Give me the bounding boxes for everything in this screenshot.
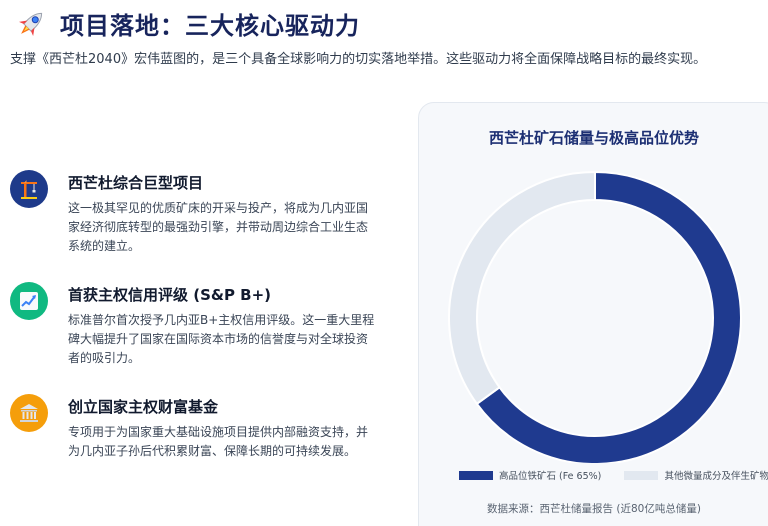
driver-item-title: 创立国家主权财富基金 [68,398,219,416]
donut-chart [448,170,742,463]
driver-item-simandou: 西芒杜综合巨型项目 这一极其罕见的优质矿床的开采与投产，将成为几内亚国家经济彻底… [10,170,378,256]
driver-item-desc: 专项用于为国家重大基础设施项目提供内部融资支持，并为几内亚子孙后代积累财富、保障… [68,425,369,458]
bank-icon [10,394,48,432]
page: 项目落地：三大核心驱动力 支撑《西芒杜2040》宏伟蓝图的，是三个具备全球影响力… [0,0,768,526]
driver-item-desc: 标准普尔首次授予几内亚B+主权信用评级。这一重大里程碑大幅提升了国家在国际资本市… [68,313,375,365]
page-title: 项目落地：三大核心驱动力 [60,12,360,40]
crane-icon [10,170,48,208]
driver-item-credit-rating: 首获主权信用评级 (S&P B+) 标准普尔首次授予几内亚B+主权信用评级。这一… [10,282,378,368]
driver-item-title: 首获主权信用评级 (S&P B+) [68,286,272,304]
chart-legend: 高品位铁矿石 (Fe 65%) 其他微量成分及伴生矿物 [459,468,768,482]
driver-item-desc: 这一极其罕见的优质矿床的开采与投产，将成为几内亚国家经济彻底转型的最强劲引擎，并… [68,201,369,253]
page-subtitle: 支撑《西芒杜2040》宏伟蓝图的，是三个具备全球影响力的切实落地举措。这些驱动力… [10,52,707,67]
header: 项目落地：三大核心驱动力 [14,6,360,41]
driver-item-title: 西芒杜综合巨型项目 [68,174,204,192]
donut-slice-1[interactable] [448,170,596,406]
legend-swatch [624,470,659,480]
driver-item-body: 西芒杜综合巨型项目 这一极其罕见的优质矿床的开采与投产，将成为几内亚国家经济彻底… [68,170,378,256]
legend-label: 其他微量成分及伴生矿物 [664,471,768,482]
legend-item[interactable]: 其他微量成分及伴生矿物 [624,468,768,482]
rocket-icon [18,12,43,36]
driver-item-body: 创立国家主权财富基金 专项用于为国家重大基础设施项目提供内部融资支持，并为几内亚… [68,394,378,461]
legend-item[interactable]: 高品位铁矿石 (Fe 65%) [459,468,601,482]
driver-item-sovereign-fund: 创立国家主权财富基金 专项用于为国家重大基础设施项目提供内部融资支持，并为几内亚… [10,394,378,461]
chart-source: 数据来源：西芒杜储量报告 (近80亿吨总储量) [487,503,701,515]
driver-item-body: 首获主权信用评级 (S&P B+) 标准普尔首次授予几内亚B+主权信用评级。这一… [68,282,378,368]
trend-chart-icon [10,282,48,320]
chart-card: 西芒杜矿石储量与极高品位优势 高品位铁矿石 (Fe 65%) 其他微量成分及伴生… [418,102,768,526]
legend-swatch [459,470,493,480]
legend-label: 高品位铁矿石 (Fe 65%) [499,471,602,482]
